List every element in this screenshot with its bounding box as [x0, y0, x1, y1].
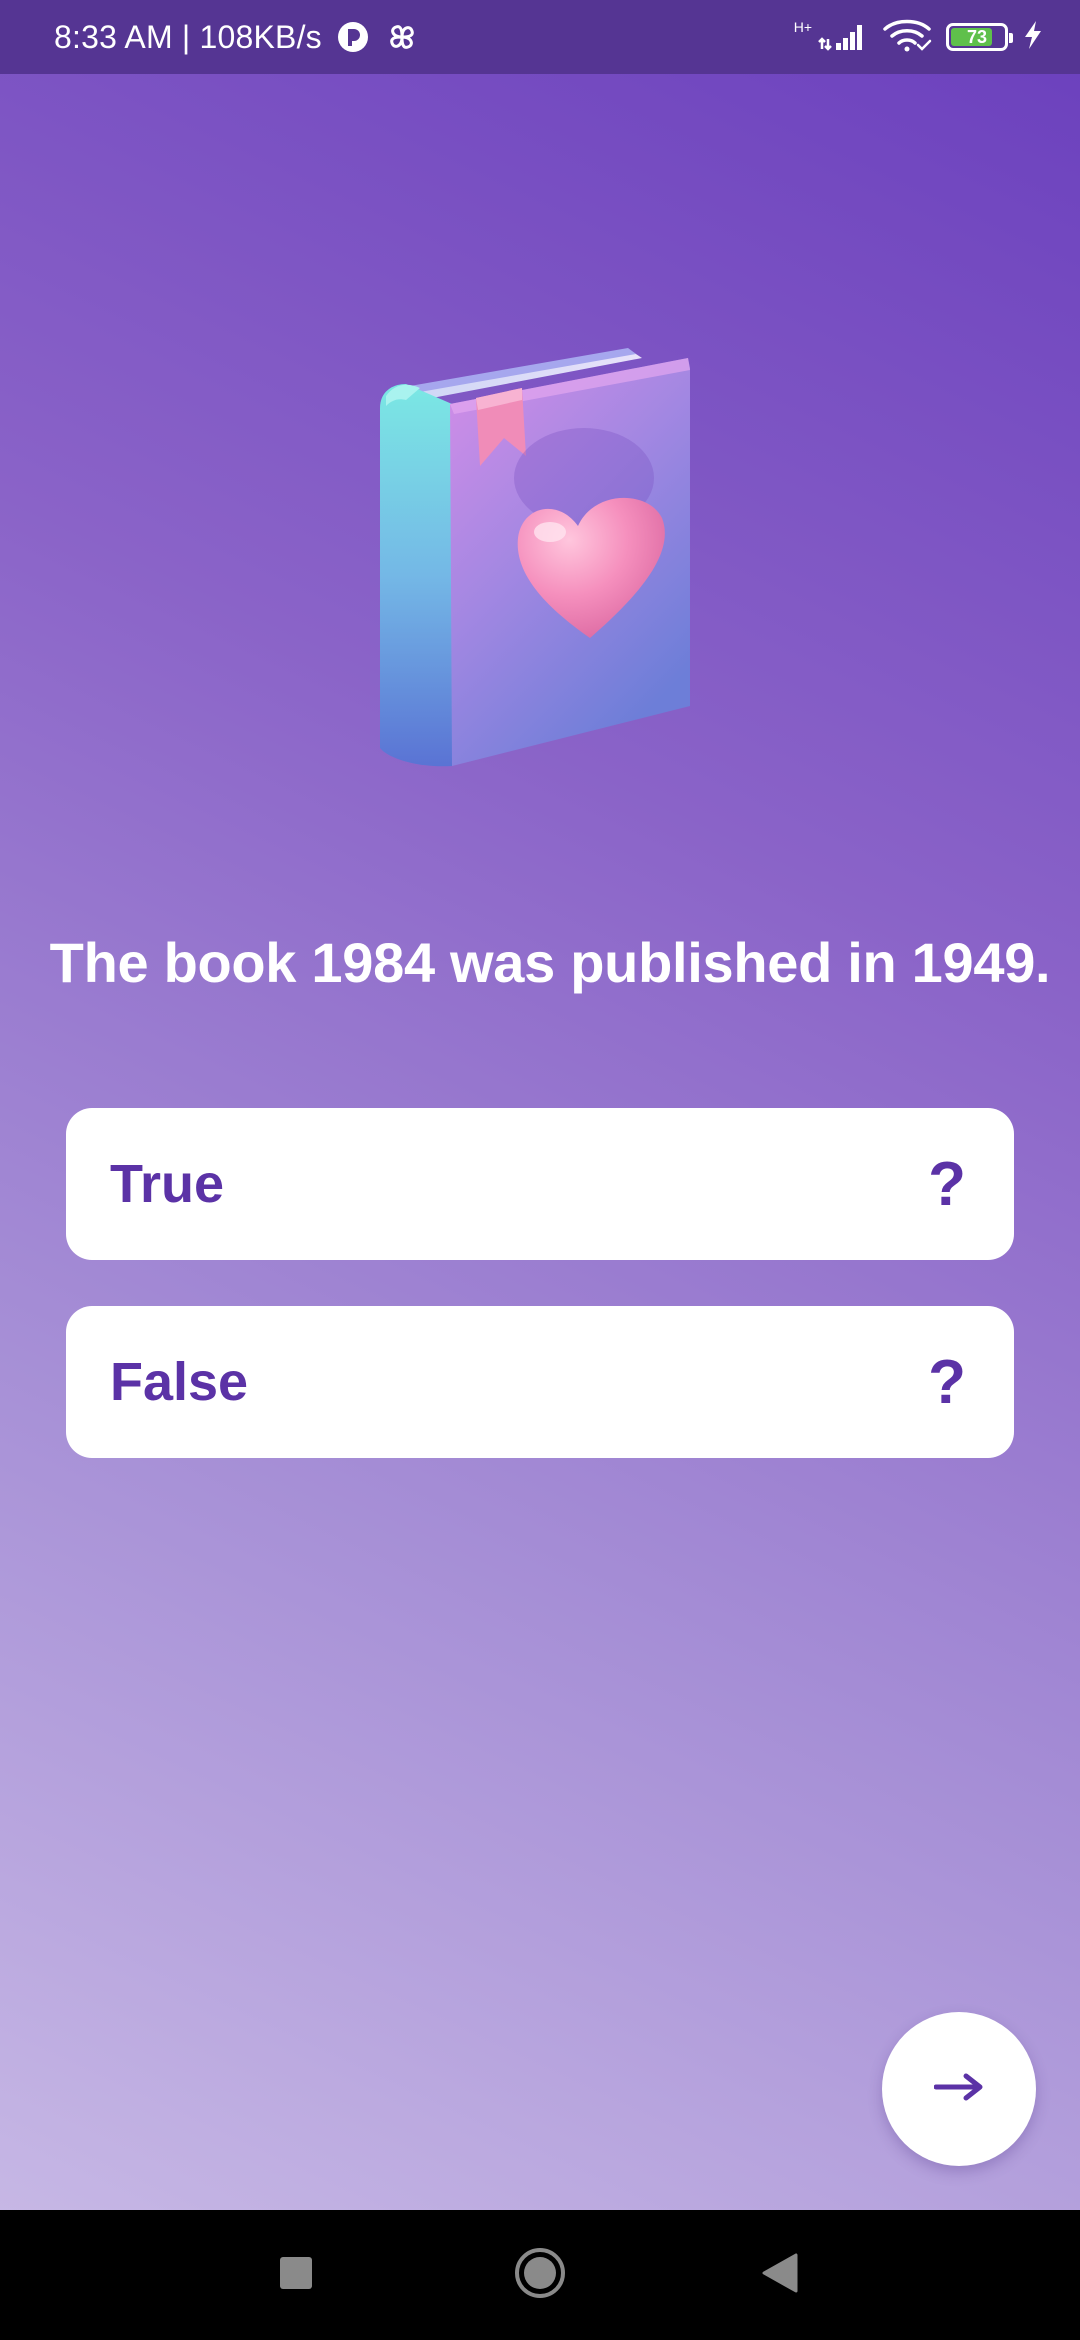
next-button[interactable] — [882, 2012, 1036, 2166]
question-mark-icon: ? — [928, 1347, 966, 1417]
answer-option-true[interactable]: True ? — [66, 1108, 1014, 1260]
status-right: H+ 73 — [794, 17, 1044, 58]
status-time-speed: 8:33 AM | 108KB/s — [54, 18, 322, 55]
book-with-heart-icon — [372, 348, 694, 768]
status-left: 8:33 AM | 108KB/s — [54, 19, 420, 56]
answer-option-false[interactable]: False ? — [66, 1306, 1014, 1458]
arrow-right-icon — [933, 2072, 984, 2107]
battery-level: 73 — [966, 27, 988, 47]
question-text: The book 1984 was published in 1949. — [49, 931, 1051, 994]
home-circle-icon — [514, 2247, 566, 2304]
recents-button[interactable] — [251, 2230, 341, 2320]
back-button[interactable] — [735, 2230, 825, 2320]
question-mark-icon: ? — [928, 1149, 966, 1219]
battery-icon: 73 — [946, 23, 1013, 51]
answer-option-label: True — [110, 1154, 225, 1214]
home-button[interactable] — [495, 2230, 585, 2320]
network-type-label: H+ — [793, 19, 812, 35]
recents-square-icon — [279, 2256, 313, 2295]
pinwheel-app-icon — [384, 19, 420, 55]
status-bar: 8:33 AM | 108KB/s H+ 73 — [0, 0, 1080, 74]
notification-app-icon — [336, 20, 370, 54]
signal-icon — [818, 19, 868, 56]
charging-bolt-icon — [1022, 19, 1044, 56]
answer-option-label: False — [110, 1352, 249, 1412]
system-navigation-bar — [0, 2210, 1080, 2340]
quiz-screen: 8:33 AM | 108KB/s H+ 73 The book 1984 wa… — [0, 0, 1080, 2340]
wifi-icon — [882, 17, 932, 58]
back-triangle-icon — [762, 2253, 798, 2298]
